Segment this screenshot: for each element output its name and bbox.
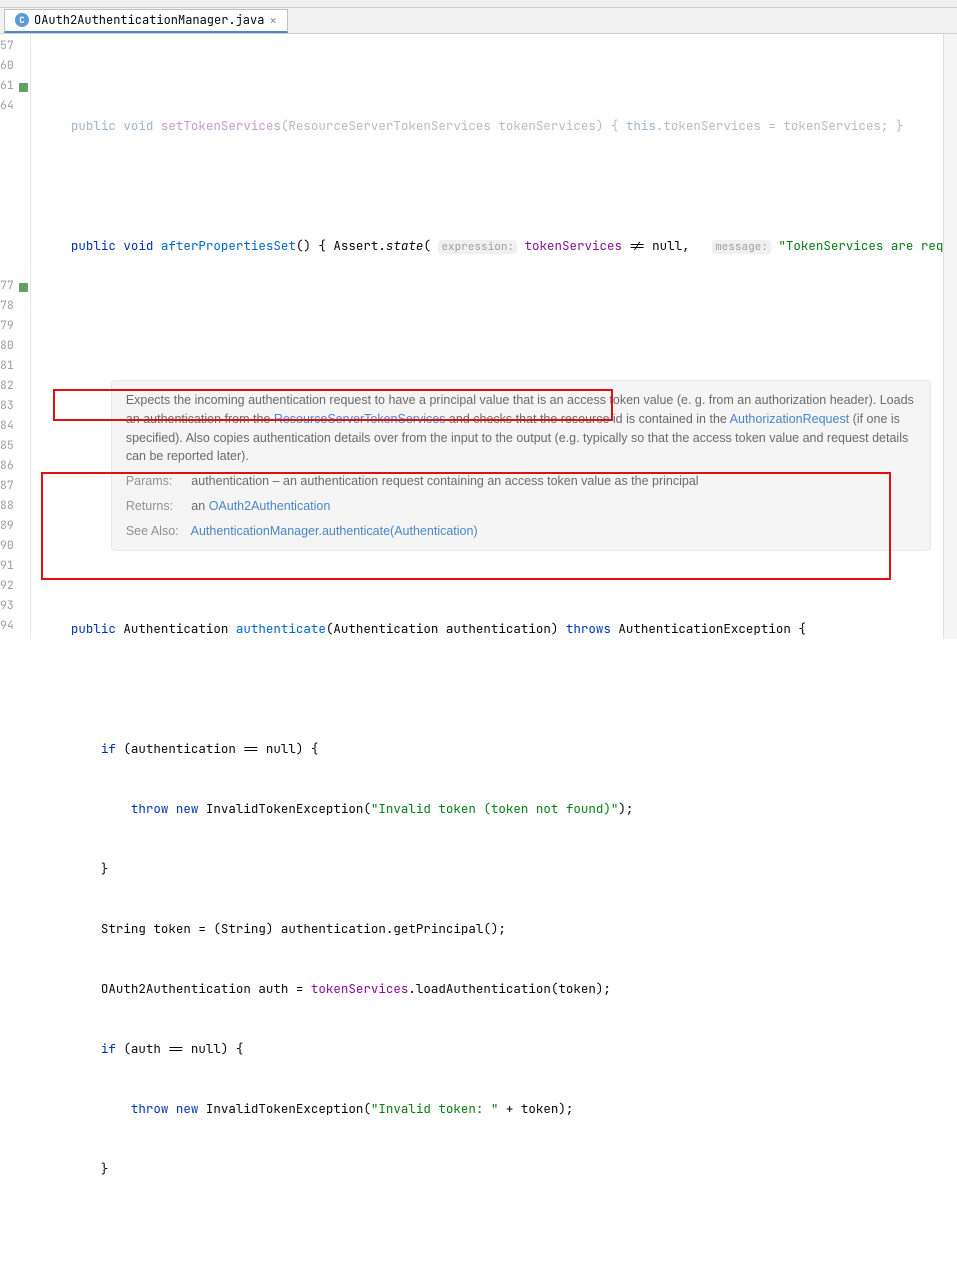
line-number[interactable]: 79 <box>0 316 30 336</box>
line-number[interactable]: 64 <box>0 96 30 116</box>
line-number[interactable]: 88 <box>0 496 30 516</box>
gutter: 57 60 61 64 77 78 79 80 81 82 83 84 85 8… <box>0 34 31 639</box>
line-number[interactable]: 77 <box>0 276 30 296</box>
line-number[interactable]: 94 <box>0 616 30 636</box>
javadoc-link[interactable]: OAuth2Authentication <box>209 499 331 513</box>
line-number[interactable]: 89 <box>0 516 30 536</box>
line-number[interactable]: 57 <box>0 36 30 56</box>
vertical-scrollbar[interactable] <box>943 34 957 639</box>
line-number[interactable]: 92 <box>0 576 30 596</box>
tab-filename: OAuth2AuthenticationManager.java <box>34 12 264 28</box>
code-area[interactable]: Re public void setTokenServices(Resource… <box>31 34 957 639</box>
line-number[interactable]: 93 <box>0 596 30 616</box>
line-number[interactable]: 91 <box>0 556 30 576</box>
javadoc-description: Expects the incoming authentication requ… <box>126 391 916 466</box>
javadoc-popup: Expects the incoming authentication requ… <box>111 380 931 551</box>
override-marker-icon[interactable] <box>19 283 28 292</box>
line-number[interactable]: 80 <box>0 336 30 356</box>
line-number[interactable]: 60 <box>0 56 30 76</box>
editor-tab-bar: C OAuth2AuthenticationManager.java × <box>0 8 957 34</box>
javadoc-returns: Returns: an OAuth2Authentication <box>126 497 916 516</box>
editor-tab[interactable]: C OAuth2AuthenticationManager.java × <box>4 9 288 33</box>
javadoc-link[interactable]: AuthorizationRequest <box>730 412 850 426</box>
line-number[interactable]: 84 <box>0 416 30 436</box>
line-number[interactable]: 90 <box>0 536 30 556</box>
line-number[interactable]: 83 <box>0 396 30 416</box>
close-icon[interactable]: × <box>269 12 277 29</box>
override-marker-icon[interactable] <box>19 83 28 92</box>
editor: 57 60 61 64 77 78 79 80 81 82 83 84 85 8… <box>0 34 957 639</box>
javadoc-link[interactable]: AuthenticationManager.authenticate(Authe… <box>191 524 478 538</box>
line-number[interactable]: 61 <box>0 76 30 96</box>
javadoc-params: Params: authentication – an authenticati… <box>126 472 916 491</box>
javadoc-seealso: See Also: AuthenticationManager.authenti… <box>126 522 916 541</box>
javadoc-link[interactable]: ResourceServerTokenServices <box>274 412 446 426</box>
line-number[interactable]: 86 <box>0 456 30 476</box>
class-icon: C <box>15 13 29 27</box>
line-number[interactable]: 85 <box>0 436 30 456</box>
line-number[interactable]: 78 <box>0 296 30 316</box>
line-number[interactable]: 87 <box>0 476 30 496</box>
toolbar-strip <box>0 0 957 8</box>
line-number[interactable]: 81 <box>0 356 30 376</box>
line-number[interactable]: 82 <box>0 376 30 396</box>
